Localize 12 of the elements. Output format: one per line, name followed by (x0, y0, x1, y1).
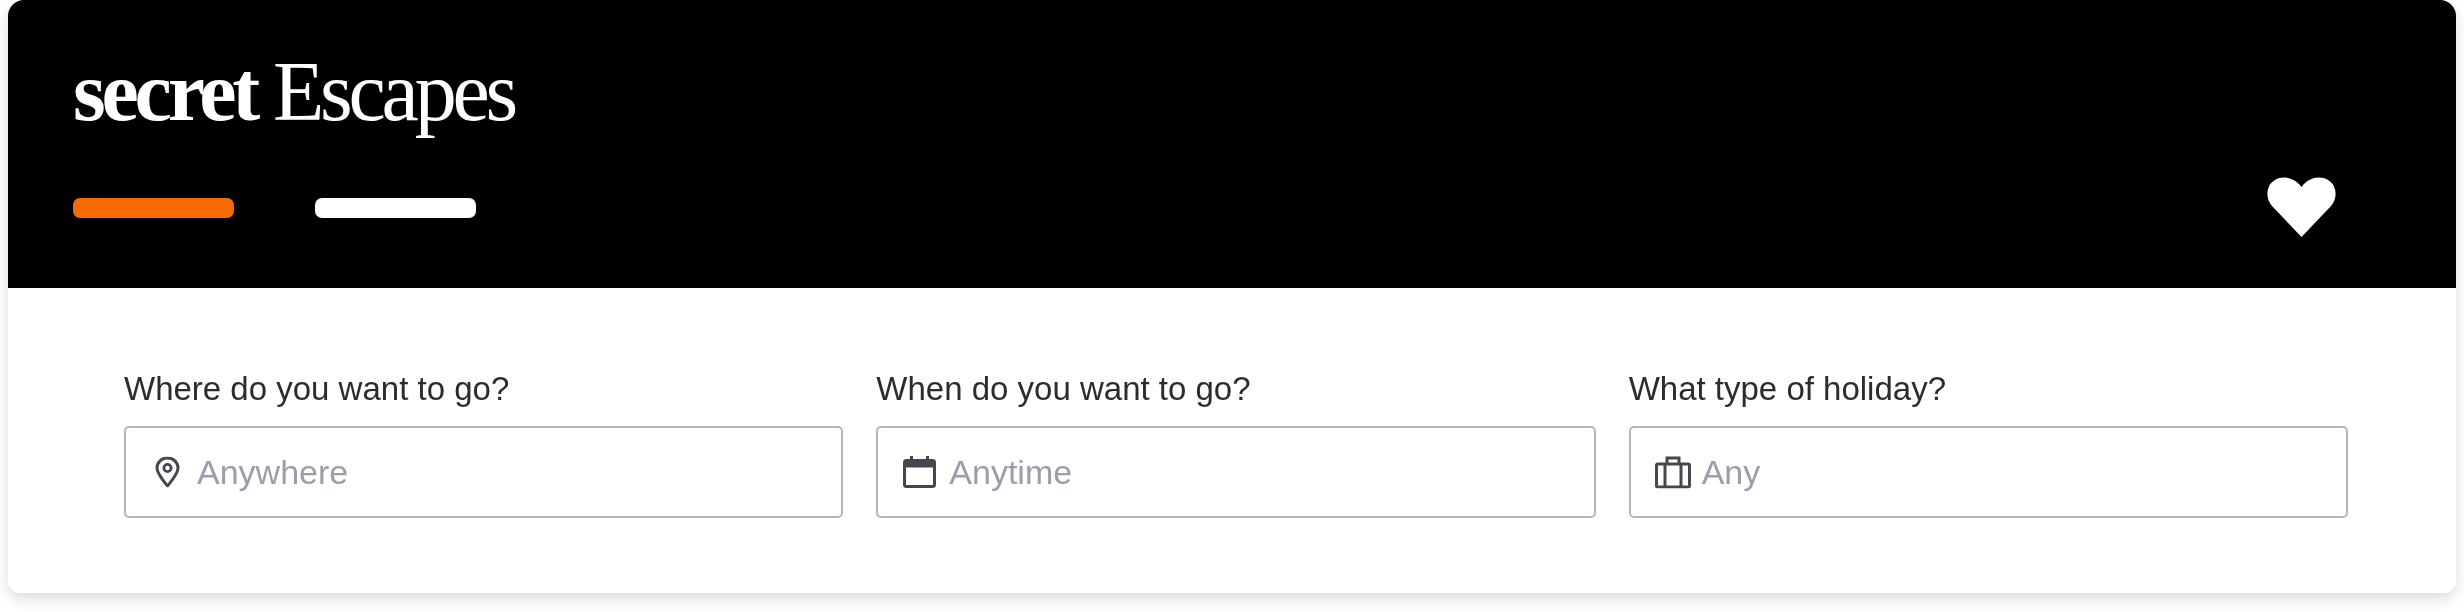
date-field[interactable]: Anytime (876, 426, 1596, 518)
field-label: Where do you want to go? (124, 369, 510, 409)
slide-indicator[interactable] (315, 198, 476, 218)
destination-field[interactable]: Anywhere (124, 426, 844, 518)
map-pin-icon (155, 456, 180, 488)
field-label: When do you want to go? (876, 369, 1251, 409)
slide-indicator[interactable] (73, 198, 234, 218)
briefcase-icon (1654, 455, 1691, 489)
heart-icon[interactable] (2267, 177, 2336, 237)
holiday-type-field[interactable]: Any (1628, 426, 2348, 518)
calendar-icon (903, 456, 937, 488)
field-label: What type of holiday? (1628, 369, 1946, 409)
